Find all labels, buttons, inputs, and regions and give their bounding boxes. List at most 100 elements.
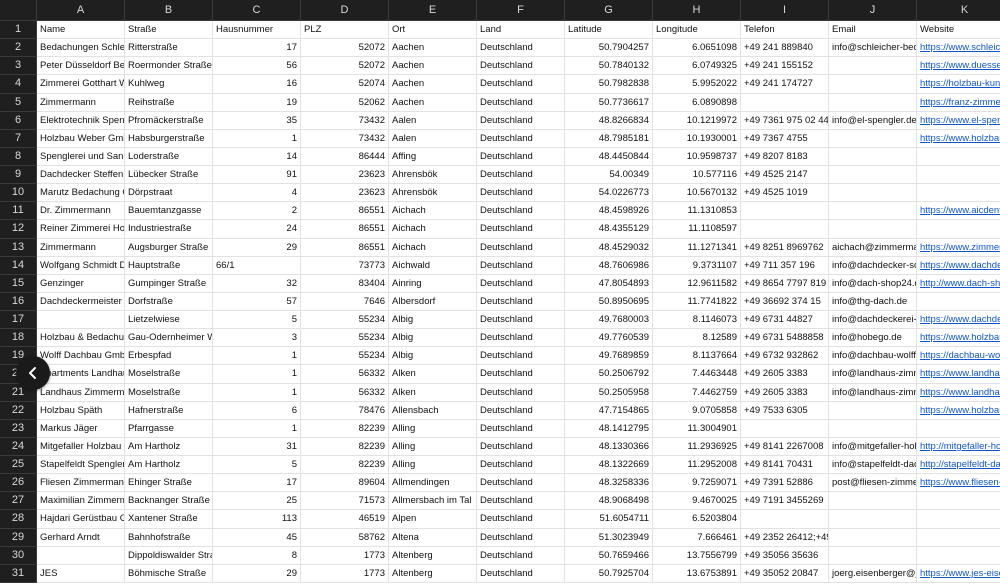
- table-cell[interactable]: 10.1219972: [653, 111, 741, 130]
- table-cell[interactable]: 2: [213, 202, 301, 221]
- table-cell[interactable]: Straße: [125, 21, 213, 40]
- table-cell[interactable]: [917, 220, 1000, 239]
- table-cell[interactable]: Reiner Zimmerei Holzbau: [37, 220, 125, 239]
- table-cell[interactable]: 54.00349: [565, 166, 653, 185]
- row-header[interactable]: 9: [0, 166, 37, 185]
- table-cell[interactable]: info@hobego.de: [829, 329, 917, 348]
- table-cell[interactable]: Deutschland: [477, 510, 565, 529]
- table-cell[interactable]: 83404: [301, 274, 389, 293]
- table-cell[interactable]: 48.4355129: [565, 220, 653, 239]
- select-all-corner[interactable]: [0, 0, 37, 21]
- table-cell[interactable]: Deutschland: [477, 147, 565, 166]
- table-cell[interactable]: info@el-spengler.de: [829, 111, 917, 130]
- table-cell[interactable]: [741, 202, 829, 221]
- table-cell[interactable]: https://www.el-spengler: [917, 112, 1000, 130]
- table-cell[interactable]: Backnanger Straße: [125, 492, 213, 511]
- table-cell[interactable]: Fliesen Zimmermann: [37, 474, 125, 493]
- table-cell[interactable]: [829, 202, 917, 221]
- table-cell[interactable]: Albig: [389, 311, 477, 330]
- table-cell[interactable]: [829, 75, 917, 94]
- table-cell[interactable]: 51.6054711: [565, 510, 653, 529]
- table-cell[interactable]: Wolfgang Schmidt Dachdeckerei: [37, 256, 125, 275]
- table-cell[interactable]: Affing: [389, 147, 477, 166]
- table-cell[interactable]: Altena: [389, 528, 477, 547]
- table-cell[interactable]: https://www.aicdent.de: [917, 202, 1000, 221]
- table-cell[interactable]: info@dachbau-wolff.de: [829, 347, 917, 366]
- table-cell[interactable]: 7646: [301, 292, 389, 311]
- table-cell[interactable]: Deutschland: [477, 57, 565, 76]
- table-cell[interactable]: 6.0890898: [653, 93, 741, 112]
- table-cell[interactable]: [829, 93, 917, 112]
- table-cell[interactable]: 82239: [301, 456, 389, 475]
- table-cell[interactable]: 6: [213, 401, 301, 420]
- table-cell[interactable]: https://www.zimmermann: [917, 239, 1000, 257]
- row-header[interactable]: 27: [0, 492, 37, 511]
- table-cell[interactable]: [829, 220, 917, 239]
- table-cell[interactable]: 48.1322669: [565, 456, 653, 475]
- table-cell[interactable]: info@thg-dach.de: [829, 292, 917, 311]
- table-cell[interactable]: Deutschland: [477, 256, 565, 275]
- table-cell[interactable]: 49.7760539: [565, 329, 653, 348]
- table-cell[interactable]: Deutschland: [477, 419, 565, 438]
- table-cell[interactable]: Albersdorf: [389, 292, 477, 311]
- table-cell[interactable]: Loderstraße: [125, 147, 213, 166]
- table-cell[interactable]: 82239: [301, 437, 389, 456]
- table-cell[interactable]: Alken: [389, 365, 477, 384]
- table-cell[interactable]: 50.2506792: [565, 365, 653, 384]
- table-cell[interactable]: Böhmische Straße: [125, 564, 213, 583]
- table-cell[interactable]: +49 7367 4755: [741, 129, 829, 148]
- table-cell[interactable]: post@fliesen-zimmermann: [829, 474, 917, 493]
- row-header[interactable]: 18: [0, 329, 37, 348]
- table-cell[interactable]: 1: [213, 347, 301, 366]
- table-cell[interactable]: Maximilian Zimmermann: [37, 492, 125, 511]
- table-cell[interactable]: 73773: [301, 256, 389, 275]
- table-cell[interactable]: 12.9611582: [653, 274, 741, 293]
- table-cell[interactable]: Moselstraße: [125, 365, 213, 384]
- table-cell[interactable]: Apartments Landhaus: [37, 365, 125, 384]
- table-cell[interactable]: 3: [213, 329, 301, 348]
- table-cell[interactable]: Deutschland: [477, 329, 565, 348]
- table-cell[interactable]: [741, 220, 829, 239]
- table-cell[interactable]: +49 6731 5488858: [741, 329, 829, 348]
- row-header[interactable]: 25: [0, 456, 37, 475]
- table-cell[interactable]: +49 2605 3383: [741, 365, 829, 384]
- table-cell[interactable]: 86551: [301, 238, 389, 257]
- table-cell[interactable]: https://www.schleicher: [917, 39, 1000, 58]
- table-cell[interactable]: 52062: [301, 93, 389, 112]
- column-header-d[interactable]: D: [301, 0, 389, 21]
- table-cell[interactable]: 29: [213, 564, 301, 583]
- table-cell[interactable]: 13.7556799: [653, 546, 741, 565]
- table-cell[interactable]: +49 241 174727: [741, 75, 829, 94]
- table-cell[interactable]: Deutschland: [477, 564, 565, 583]
- table-cell[interactable]: Mitgefaller Holzbau GmbH: [37, 437, 125, 456]
- table-cell[interactable]: Bauemtanzgasse: [125, 202, 213, 221]
- table-cell[interactable]: 23623: [301, 184, 389, 203]
- table-cell[interactable]: 11.7741822: [653, 292, 741, 311]
- row-header[interactable]: 4: [0, 75, 37, 94]
- table-cell[interactable]: 50.7982838: [565, 75, 653, 94]
- row-header[interactable]: 7: [0, 129, 37, 148]
- column-header-c[interactable]: C: [213, 0, 301, 21]
- table-cell[interactable]: 11.2936925: [653, 437, 741, 456]
- table-cell[interactable]: Markus Jäger: [37, 419, 125, 438]
- table-cell[interactable]: 82239: [301, 419, 389, 438]
- table-cell[interactable]: Albig: [389, 329, 477, 348]
- table-cell[interactable]: 1773: [301, 546, 389, 565]
- table-cell[interactable]: Zimmerei Gotthart Wolff: [37, 75, 125, 94]
- table-cell[interactable]: 29: [213, 238, 301, 257]
- table-cell[interactable]: Hafnerstraße: [125, 401, 213, 420]
- column-header-k[interactable]: K: [917, 0, 1000, 21]
- table-cell[interactable]: 10.9598737: [653, 147, 741, 166]
- table-cell[interactable]: Roermonder Straße: [125, 57, 213, 76]
- table-cell[interactable]: 17: [213, 474, 301, 493]
- table-cell[interactable]: Genzinger: [37, 274, 125, 293]
- table-cell[interactable]: Industriestraße: [125, 220, 213, 239]
- row-header[interactable]: 14: [0, 256, 37, 275]
- table-cell[interactable]: Deutschland: [477, 311, 565, 330]
- table-cell[interactable]: 11.1310853: [653, 202, 741, 221]
- table-cell[interactable]: 48.7606986: [565, 256, 653, 275]
- table-cell[interactable]: Deutschland: [477, 365, 565, 384]
- table-cell[interactable]: JES: [37, 564, 125, 583]
- table-cell[interactable]: Alpen: [389, 510, 477, 529]
- table-cell[interactable]: Deutschland: [477, 274, 565, 293]
